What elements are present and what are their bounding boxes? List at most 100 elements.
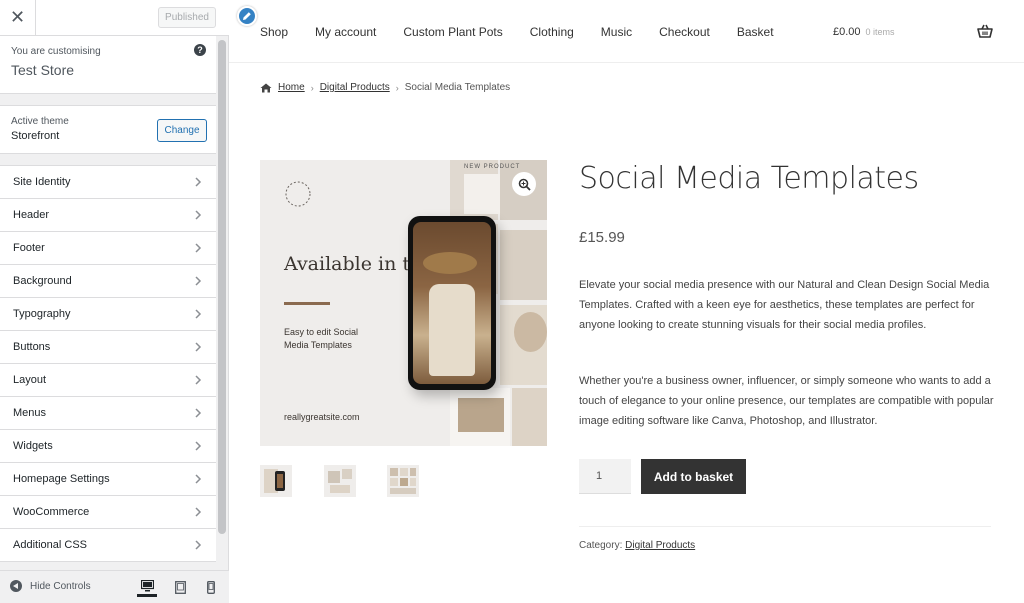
product-thumbnail-1[interactable]	[260, 465, 292, 497]
product-meta-divider	[579, 526, 991, 527]
nav-checkout[interactable]: Checkout	[659, 25, 710, 39]
section-buttons[interactable]: Buttons	[0, 331, 216, 364]
cart-count: 0 items	[865, 27, 895, 37]
image-url-text: reallygreatsite.com	[284, 412, 360, 422]
chevron-right-icon	[195, 408, 202, 418]
nav-custom-plant-pots[interactable]: Custom Plant Pots	[403, 25, 502, 39]
nav-basket[interactable]: Basket	[737, 25, 774, 39]
cart-amount: £0.00	[833, 26, 861, 38]
template-tile	[512, 388, 547, 446]
section-label: Homepage Settings	[13, 473, 110, 485]
chevron-right-icon	[195, 507, 202, 517]
help-icon[interactable]: ?	[194, 44, 206, 56]
product-description-1: Elevate your social media presence with …	[579, 279, 990, 331]
section-label: Layout	[13, 374, 47, 386]
chevron-right-icon	[195, 375, 202, 385]
mobile-icon	[207, 580, 215, 594]
chevron-right-icon	[195, 177, 202, 187]
desktop-preview-button[interactable]	[137, 577, 157, 597]
change-theme-button[interactable]: Change	[157, 119, 207, 142]
section-label: Additional CSS	[13, 539, 87, 551]
section-label: Header	[13, 209, 50, 221]
product-main-image[interactable]: NEW PRODUCT Available in the Shop Easy t…	[260, 160, 547, 446]
image-accent-line	[284, 302, 330, 305]
hide-controls-button[interactable]: Hide Controls	[10, 580, 91, 592]
chevron-right-icon	[195, 540, 202, 550]
sidebar-scrollbar[interactable]	[218, 40, 226, 534]
hide-controls-label: Hide Controls	[30, 580, 91, 592]
chevron-right-icon	[195, 309, 202, 319]
collapse-arrow-icon	[10, 580, 22, 592]
category-link[interactable]: Digital Products	[625, 540, 695, 551]
cart-summary[interactable]: £0.00 0 items	[833, 26, 895, 38]
section-menus[interactable]: Menus	[0, 397, 216, 430]
section-label: WooCommerce	[13, 506, 90, 518]
section-homepage-settings[interactable]: Homepage Settings	[0, 463, 216, 496]
section-label: Typography	[13, 308, 71, 320]
phone-mockup	[408, 216, 496, 390]
product-price: £15.99	[579, 229, 625, 246]
quantity-input[interactable]	[579, 459, 631, 494]
nav-my-account[interactable]: My account	[315, 25, 376, 39]
header-divider	[229, 62, 1024, 63]
hat-shape	[423, 252, 477, 274]
section-background[interactable]: Background	[0, 265, 216, 298]
product-title: Social Media Templates	[579, 161, 919, 196]
product-thumbnail-3[interactable]	[387, 465, 419, 497]
product-thumbnail-2[interactable]	[324, 465, 356, 497]
section-footer[interactable]: Footer	[0, 232, 216, 265]
sidebar-footer: Hide Controls	[0, 570, 229, 603]
zoom-button[interactable]	[512, 172, 536, 196]
section-layout[interactable]: Layout	[0, 364, 216, 397]
template-tile	[514, 312, 547, 352]
published-button[interactable]: Published	[158, 7, 216, 28]
category-label: Category:	[579, 540, 623, 551]
chevron-right-icon	[195, 441, 202, 451]
active-theme-box: Active theme Storefront Change	[0, 105, 216, 154]
sidebar-panel: You are customising Test Store ? Active …	[0, 36, 216, 570]
section-label: Background	[13, 275, 72, 287]
image-subtext: Easy to edit Social Media Templates	[284, 327, 359, 350]
chevron-right-icon	[195, 474, 202, 484]
section-woocommerce[interactable]: WooCommerce	[0, 496, 216, 529]
chevron-right-icon	[195, 243, 202, 253]
breadcrumb-separator: ›	[395, 82, 399, 93]
chevron-right-icon	[195, 210, 202, 220]
customising-info: You are customising Test Store ?	[0, 36, 216, 94]
nav-shop[interactable]: Shop	[260, 25, 288, 39]
home-icon	[260, 83, 272, 92]
section-header[interactable]: Header	[0, 199, 216, 232]
breadcrumb: Home › Digital Products › Social Media T…	[260, 82, 510, 93]
section-additional-css[interactable]: Additional CSS	[0, 529, 216, 562]
section-label: Footer	[13, 242, 45, 254]
product-description-2: Whether you're a business owner, influen…	[579, 375, 994, 427]
template-tile	[464, 174, 500, 214]
basket-icon[interactable]	[977, 24, 993, 38]
primary-navigation: Shop My account Custom Plant Pots Clothi…	[260, 25, 801, 39]
section-site-identity[interactable]: Site Identity	[0, 166, 216, 199]
add-to-basket-button[interactable]: Add to basket	[641, 459, 746, 494]
breadcrumb-current: Social Media Templates	[404, 82, 511, 93]
product-category: Category: Digital Products	[579, 540, 695, 551]
nav-clothing[interactable]: Clothing	[530, 25, 574, 39]
mobile-preview-button[interactable]	[201, 577, 221, 597]
edit-shortcut-pencil-icon[interactable]	[237, 6, 257, 26]
desktop-icon	[140, 579, 154, 591]
breadcrumb-home[interactable]: Home	[278, 82, 305, 93]
tablet-preview-button[interactable]	[170, 577, 190, 597]
section-typography[interactable]: Typography	[0, 298, 216, 331]
chevron-right-icon	[195, 276, 202, 286]
section-label: Site Identity	[13, 176, 71, 188]
template-tile	[458, 398, 504, 432]
nav-music[interactable]: Music	[601, 25, 632, 39]
customizer-sidebar: ✕ Published You are customising Test Sto…	[0, 0, 229, 603]
section-label: Menus	[13, 407, 47, 419]
customising-label: You are customising	[11, 46, 101, 57]
close-icon[interactable]: ✕	[0, 0, 36, 35]
breadcrumb-category[interactable]: Digital Products	[320, 82, 390, 93]
store-name: Test Store	[11, 62, 75, 78]
template-tile	[500, 230, 547, 300]
section-widgets[interactable]: Widgets	[0, 430, 216, 463]
breadcrumb-separator: ›	[310, 82, 314, 93]
section-label: Buttons	[13, 341, 51, 353]
